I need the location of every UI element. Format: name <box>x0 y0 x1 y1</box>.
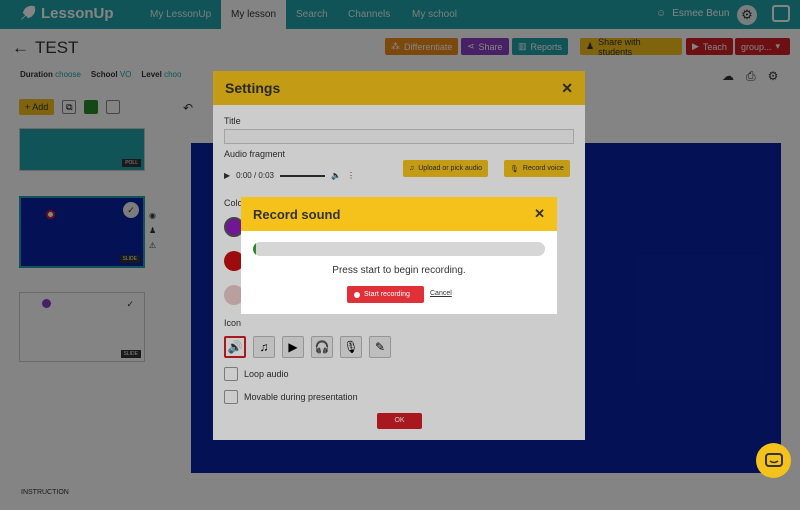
recording-progress-fill <box>253 242 256 256</box>
start-recording-label: Start recording <box>364 291 410 298</box>
chat-support-button[interactable] <box>756 443 791 478</box>
record-instruction-text: Press start to begin recording. <box>332 265 466 276</box>
recording-progress-bar <box>253 242 545 256</box>
chat-bubble-icon <box>764 452 783 467</box>
start-recording-button[interactable]: Start recording <box>347 286 424 303</box>
record-dot-icon <box>354 291 360 298</box>
record-dialog-title: Record sound <box>253 206 341 222</box>
cancel-link[interactable]: Cancel <box>430 290 452 297</box>
close-icon[interactable]: ✕ <box>534 206 545 222</box>
record-sound-dialog: Record sound ✕ Press start to begin reco… <box>241 197 557 314</box>
record-dialog-header: Record sound ✕ <box>241 197 557 231</box>
